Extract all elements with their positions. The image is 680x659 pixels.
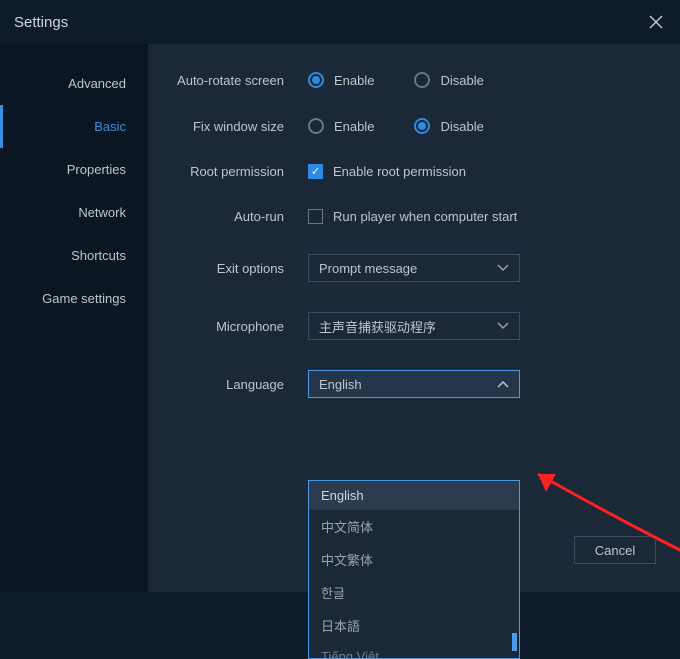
mic-label: Microphone [158,319,308,334]
root-label: Root permission [158,164,308,179]
language-option[interactable]: 中文简体 [309,510,519,543]
dropdown-value: Prompt message [319,261,417,276]
sidebar-item-network[interactable]: Network [0,191,148,234]
language-option[interactable]: 日本語 [309,609,519,642]
sidebar-label: Shortcuts [71,248,126,263]
cancel-button[interactable]: Cancel [574,536,656,564]
language-dropdown-list: English 中文简体 中文繁体 한글 日本語 Tiếng Việt [308,480,520,659]
sidebar-item-game-settings[interactable]: Game settings [0,277,148,320]
window-size-disable-radio[interactable]: Disable [414,118,483,134]
checkbox-label: Enable root permission [333,164,466,179]
radio-icon [308,118,324,134]
sidebar-label: Advanced [68,76,126,91]
dropdown-value: English [319,377,362,392]
autorun-checkbox[interactable]: Run player when computer start [308,209,517,224]
chevron-down-icon [497,262,509,274]
radio-label: Enable [334,119,374,134]
radio-icon [414,118,430,134]
language-option[interactable]: English [309,481,519,510]
sidebar-item-shortcuts[interactable]: Shortcuts [0,234,148,277]
language-dropdown[interactable]: English [308,370,520,398]
root-checkbox[interactable]: ✓ Enable root permission [308,164,466,179]
sidebar-label: Game settings [42,291,126,306]
window-title: Settings [14,14,68,31]
auto-rotate-disable-radio[interactable]: Disable [414,72,483,88]
auto-rotate-label: Auto-rotate screen [158,73,308,88]
exit-options-dropdown[interactable]: Prompt message [308,254,520,282]
checkbox-icon: ✓ [308,164,323,179]
sidebar-item-properties[interactable]: Properties [0,148,148,191]
settings-sidebar: Advanced Basic Properties Network Shortc… [0,44,148,592]
sidebar-label: Basic [94,119,126,134]
microphone-dropdown[interactable]: 主声音捕获驱动程序 [308,312,520,340]
scrollbar-thumb[interactable] [512,633,517,651]
sidebar-label: Network [78,205,126,220]
radio-icon [308,72,324,88]
settings-panel: Auto-rotate screen Enable Disable Fix wi… [148,44,680,592]
chevron-up-icon [497,378,509,390]
auto-rotate-enable-radio[interactable]: Enable [308,72,374,88]
window-size-enable-radio[interactable]: Enable [308,118,374,134]
checkbox-label: Run player when computer start [333,209,517,224]
dropdown-value: 主声音捕获驱动程序 [319,317,436,336]
chevron-down-icon [497,320,509,332]
close-icon [649,15,663,29]
radio-label: Disable [440,119,483,134]
radio-icon [414,72,430,88]
sidebar-item-basic[interactable]: Basic [0,105,148,148]
close-button[interactable] [646,12,666,32]
language-option[interactable]: 한글 [309,576,519,609]
language-option[interactable]: 中文繁体 [309,543,519,576]
language-label: Language [158,377,308,392]
window-size-label: Fix window size [158,119,308,134]
sidebar-item-advanced[interactable]: Advanced [0,62,148,105]
radio-label: Disable [440,73,483,88]
exit-label: Exit options [158,261,308,276]
radio-label: Enable [334,73,374,88]
language-option[interactable]: Tiếng Việt [309,642,519,658]
checkbox-icon [308,209,323,224]
autorun-label: Auto-run [158,209,308,224]
sidebar-label: Properties [67,162,126,177]
